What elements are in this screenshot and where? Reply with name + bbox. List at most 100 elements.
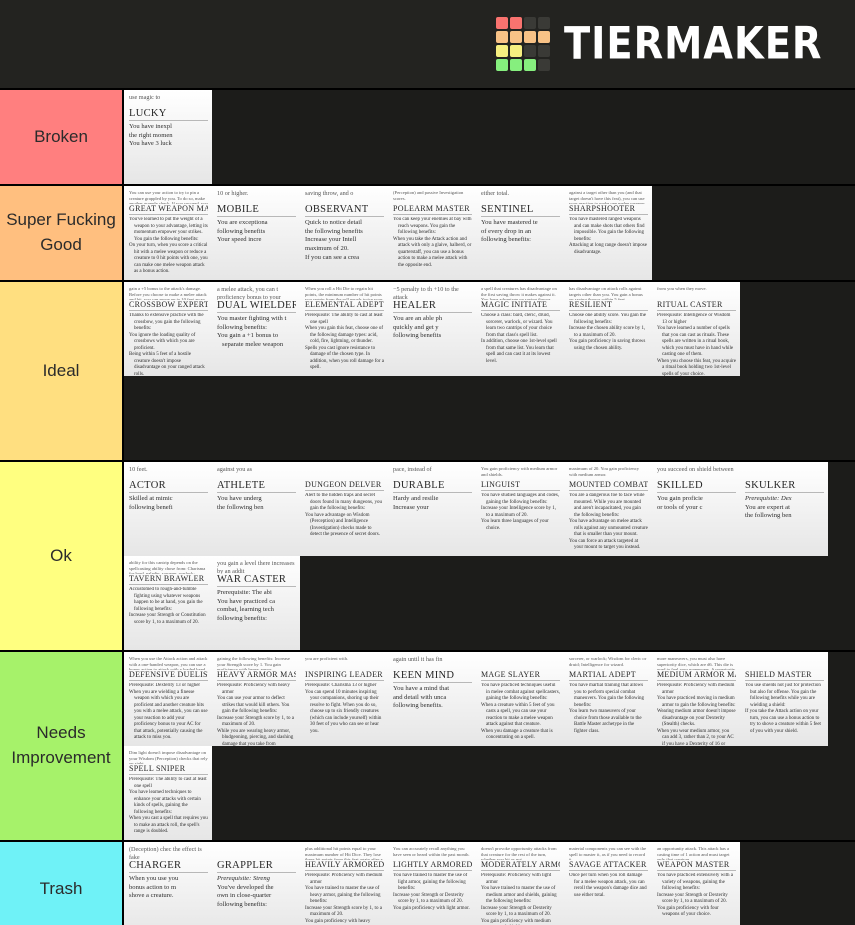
- tier-item-card[interactable]: an opportunity attack. This attack has a…: [652, 842, 740, 925]
- tier-item-card[interactable]: against a target other than you (and tha…: [564, 186, 652, 280]
- feat-card-preceding-text: has disadvantage on attack rolls against…: [569, 286, 643, 300]
- tier-label[interactable]: Super Fucking Good: [0, 186, 124, 280]
- tier-items-container[interactable]: (Deception) chec the effect is fake Charg…: [124, 842, 855, 925]
- tier-item-card[interactable]: you are proficient with. Inspiring Leader…: [300, 652, 388, 746]
- tier-item-card[interactable]: material components you can see with the…: [564, 842, 652, 925]
- tier-item-card[interactable]: 10 feet. Actor Skilled at mimic following b…: [124, 462, 212, 556]
- tier-item-card[interactable]: saving throw, and o Observant Quick to not…: [300, 186, 388, 280]
- feat-card-body-line: following benefits:: [217, 323, 267, 331]
- tier-item-card[interactable]: doesn't provoke opportunity attacks from…: [476, 842, 564, 925]
- feat-card-preceding-text: a spell that creatures has disadvantage …: [481, 286, 557, 300]
- tier-item-card[interactable]: sorcerer, or warlock; Wisdom for cleric …: [564, 652, 652, 746]
- feat-card-preceding-text: 10 feet.: [129, 466, 148, 473]
- feat-card-image: ability for this cantrip depends on the …: [124, 556, 212, 650]
- feat-card-body-line: You can keep your enemies at bay with re…: [393, 217, 472, 235]
- feat-card-body-line: If you take the Attack action on your tu…: [745, 709, 821, 734]
- tier-item-card[interactable]: has disadvantage on attack rolls against…: [564, 282, 652, 376]
- tier-item-card[interactable]: 10 or higher. Mobile You are exceptiona fol…: [212, 186, 300, 280]
- tier-items-container[interactable]: use magic to Lucky You have inexpl the righ…: [124, 90, 855, 184]
- feat-card-body: You have inexpl the right momen You have 3…: [129, 123, 208, 149]
- feat-card-preceding-text: doesn't provoke opportunity attacks from…: [481, 846, 557, 860]
- feat-card-image: Dim light doesn't impose disadvantage on…: [124, 746, 212, 840]
- feat-card-title: Durable: [393, 480, 472, 493]
- tier-item-card[interactable]: gain a +5 bonus to the attack's damage. …: [124, 282, 212, 376]
- tier-item-card[interactable]: more maneuvers, you must also have super…: [652, 652, 740, 746]
- logo-cell-1-3: [537, 31, 550, 43]
- feat-card-body: Prerequisite: Charisma 13 or higher You c…: [305, 683, 384, 735]
- tier-row: Trash (Deception) chec the effect is fake…: [0, 842, 855, 925]
- tier-item-card[interactable]: either total. Sentinel You have mastered t…: [476, 186, 564, 280]
- tier-item-card[interactable]: Shield Master You use shields not just fo…: [740, 652, 828, 746]
- tier-item-card[interactable]: maximum of 20. You gain proficiency with…: [564, 462, 652, 556]
- feat-card-title: Shield Master: [745, 670, 824, 681]
- tier-item-card[interactable]: Grappler Prerequisite: Streng You've devel…: [212, 842, 300, 925]
- tier-item-card[interactable]: you gain a level there increases by an a…: [212, 556, 300, 650]
- tier-label[interactable]: Trash: [0, 842, 124, 925]
- tiermaker-logo[interactable]: TIERMAKER: [495, 17, 833, 71]
- tier-items-container[interactable]: 10 feet. Actor Skilled at mimic following b…: [124, 462, 855, 650]
- tier-label[interactable]: Needs Improvement: [0, 652, 124, 840]
- tier-items-container[interactable]: You can use your action to try to pin a …: [124, 186, 855, 280]
- feat-card-body: You have a mind that and detail with unca…: [393, 685, 472, 711]
- tier-item-card[interactable]: When you roll a Hit Die to regain hit po…: [300, 282, 388, 376]
- feat-card-title: War Caster: [217, 574, 296, 587]
- feat-card-image: sorcerer, or warlock; Wisdom for cleric …: [564, 652, 652, 746]
- feat-card-body: Prerequisite: The abi You have practiced …: [217, 589, 296, 624]
- tier-row: Needs Improvement When you use the Attack…: [0, 652, 855, 842]
- feat-card-image: −5 penalty to th +10 to the attack Healer…: [388, 282, 476, 376]
- tier-item-card[interactable]: −5 penalty to th +10 to the attack Healer…: [388, 282, 476, 376]
- tier-item-card[interactable]: Dungeon Delver Alert to the hidden traps …: [300, 462, 388, 556]
- tier-item-card[interactable]: a spell that creatures has disadvantage …: [476, 282, 564, 376]
- tier-item-card[interactable]: You can accurately recall anything you h…: [388, 842, 476, 925]
- feat-card-body: Accustomed to rough-and-tumble fighting …: [129, 587, 208, 626]
- tier-label[interactable]: Ideal: [0, 282, 124, 460]
- feat-card-body-line: Alert to the hidden traps and secret doo…: [305, 493, 382, 511]
- feat-card-body-line: You ignore the loading quality of crossb…: [129, 332, 196, 351]
- feat-card-preceding-text: plus additional hit points equal to your…: [305, 846, 383, 860]
- feat-card-title: Mounted Combatant: [569, 480, 648, 491]
- tier-item-card[interactable]: Skulker Prerequisite: Dex You are expert a…: [740, 462, 828, 556]
- feat-card-body-line: Prerequisite: Dex: [745, 495, 792, 502]
- tier-item-card[interactable]: You can use your action to try to pin a …: [124, 186, 212, 280]
- feat-card-body: You can keep your enemies at bay with re…: [393, 217, 472, 269]
- feat-card-image: you are proficient with. Inspiring Leader…: [300, 652, 388, 746]
- tier-item-card[interactable]: you succeed on shield between Skilled You …: [652, 462, 740, 556]
- tier-items-container[interactable]: gain a +5 bonus to the attack's damage. …: [124, 282, 855, 460]
- feat-card-image: against a target other than you (and tha…: [564, 186, 652, 280]
- tier-item-card[interactable]: from you when they move. Ritual Caster Pre…: [652, 282, 740, 376]
- feat-card-body: Prerequisite: Proficiency with light arm…: [481, 873, 560, 925]
- tier-item-card[interactable]: (Deception) chec the effect is fake Charg…: [124, 842, 212, 925]
- feat-card-preceding-text: (Deception) chec the effect is fake: [129, 846, 202, 860]
- tier-item-card[interactable]: plus additional hit points equal to your…: [300, 842, 388, 925]
- tier-item-card[interactable]: Mage Slayer You have practiced techniques…: [476, 652, 564, 746]
- logo-cell-1-0: [495, 31, 508, 43]
- feat-card-body: Prerequisite: Intelligence or Wisdom 13 …: [657, 313, 736, 376]
- tier-label[interactable]: Ok: [0, 462, 124, 650]
- feat-card-body-line: You learn two maneuvers of your choice f…: [569, 709, 642, 734]
- feat-card-body: You have martial training that allows yo…: [569, 683, 648, 735]
- tier-item-card[interactable]: a melee attack, you can t proficiency bo…: [212, 282, 300, 376]
- feat-card-preceding-text: pace, instead of: [393, 466, 432, 473]
- feat-card-title: Weapon Master: [657, 860, 736, 871]
- tier-item-card[interactable]: (Perception) and passive Investigation s…: [388, 186, 476, 280]
- feat-card-image: 10 or higher. Mobile You are exceptiona fol…: [212, 186, 300, 280]
- feat-card-body-line: Prerequisite: Streng: [217, 875, 270, 882]
- tier-item-card[interactable]: gaining the following benefits: Increase…: [212, 652, 300, 746]
- feat-card-image: use magic to Lucky You have inexpl the righ…: [124, 90, 212, 184]
- feat-card-body: Prerequisite: Streng You've developed the…: [217, 875, 296, 910]
- feat-card-image: Shield Master You use shields not just fo…: [740, 652, 828, 746]
- tier-row: Super Fucking Good You can use your actio…: [0, 186, 855, 282]
- feat-card-title: Crossbow Expert: [129, 300, 208, 311]
- feat-card-body-line: Prerequisite: Charisma 13 or higher: [305, 683, 377, 688]
- tier-items-container[interactable]: When you use the Attack action and attac…: [124, 652, 855, 840]
- tier-item-card[interactable]: Dim light doesn't impose disadvantage on…: [124, 746, 212, 840]
- tier-item-card[interactable]: against you as Athlete You have underg the …: [212, 462, 300, 556]
- tier-item-card[interactable]: ability for this cantrip depends on the …: [124, 556, 212, 650]
- tier-item-card[interactable]: When you use the Attack action and attac…: [124, 652, 212, 746]
- tier-item-card[interactable]: You gain proficiency with medium armor a…: [476, 462, 564, 556]
- tier-label[interactable]: Broken: [0, 90, 124, 184]
- feat-card-body: You have mastered ranged weapons and can…: [569, 217, 648, 256]
- tier-item-card[interactable]: again until it has fin Keen Mind You have …: [388, 652, 476, 746]
- tier-item-card[interactable]: use magic to Lucky You have inexpl the righ…: [124, 90, 212, 184]
- tier-item-card[interactable]: pace, instead of Durable Hardy and resilie…: [388, 462, 476, 556]
